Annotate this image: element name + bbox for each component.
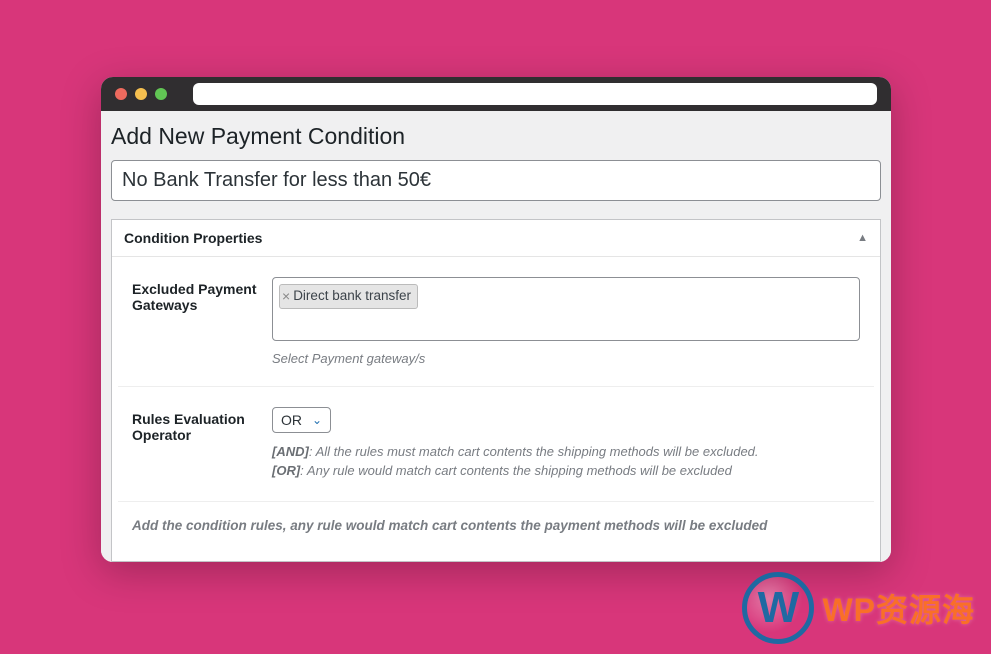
watermark-text: WP资源海 — [822, 585, 975, 631]
and-text: : All the rules must match cart contents… — [309, 444, 759, 459]
condition-title-input[interactable] — [111, 160, 881, 201]
excluded-gateways-label: Excluded Payment Gateways — [132, 277, 272, 366]
gateway-tag: × Direct bank transfer — [279, 284, 418, 309]
excluded-gateways-input[interactable]: × Direct bank transfer — [272, 277, 860, 341]
and-key: [AND] — [272, 444, 309, 459]
chevron-down-icon: ⌄ — [312, 413, 322, 427]
address-bar[interactable] — [193, 83, 877, 105]
operator-description: [AND]: All the rules must match cart con… — [272, 443, 860, 481]
remove-tag-icon[interactable]: × — [282, 286, 290, 307]
maximize-window-button[interactable] — [155, 88, 167, 100]
collapse-icon: ▲ — [857, 232, 868, 244]
app-window: Add New Payment Condition Condition Prop… — [101, 77, 891, 562]
logo-letter: W — [758, 583, 800, 633]
window-titlebar — [101, 77, 891, 111]
operator-value: OR — [281, 412, 302, 428]
operator-label: Rules Evaluation Operator — [132, 407, 272, 481]
gateway-tag-label: Direct bank transfer — [293, 286, 411, 306]
watermark: W WP资源海 — [742, 572, 975, 644]
footer-note: Add the condition rules, any rule would … — [112, 502, 880, 561]
minimize-window-button[interactable] — [135, 88, 147, 100]
operator-row: Rules Evaluation Operator OR ⌄ [AND]: Al… — [118, 387, 874, 502]
page-content: Add New Payment Condition Condition Prop… — [101, 111, 891, 562]
close-window-button[interactable] — [115, 88, 127, 100]
condition-properties-panel: Condition Properties ▲ Excluded Payment … — [111, 219, 881, 562]
or-key: [OR] — [272, 463, 300, 478]
panel-header[interactable]: Condition Properties ▲ — [112, 220, 880, 257]
page-title: Add New Payment Condition — [101, 111, 891, 160]
excluded-gateways-help: Select Payment gateway/s — [272, 351, 860, 366]
excluded-gateways-row: Excluded Payment Gateways × Direct bank … — [118, 257, 874, 387]
panel-title: Condition Properties — [124, 230, 262, 246]
wordpress-logo-icon: W — [742, 572, 814, 644]
or-text: : Any rule would match cart contents the… — [300, 463, 732, 478]
operator-select[interactable]: OR ⌄ — [272, 407, 331, 433]
